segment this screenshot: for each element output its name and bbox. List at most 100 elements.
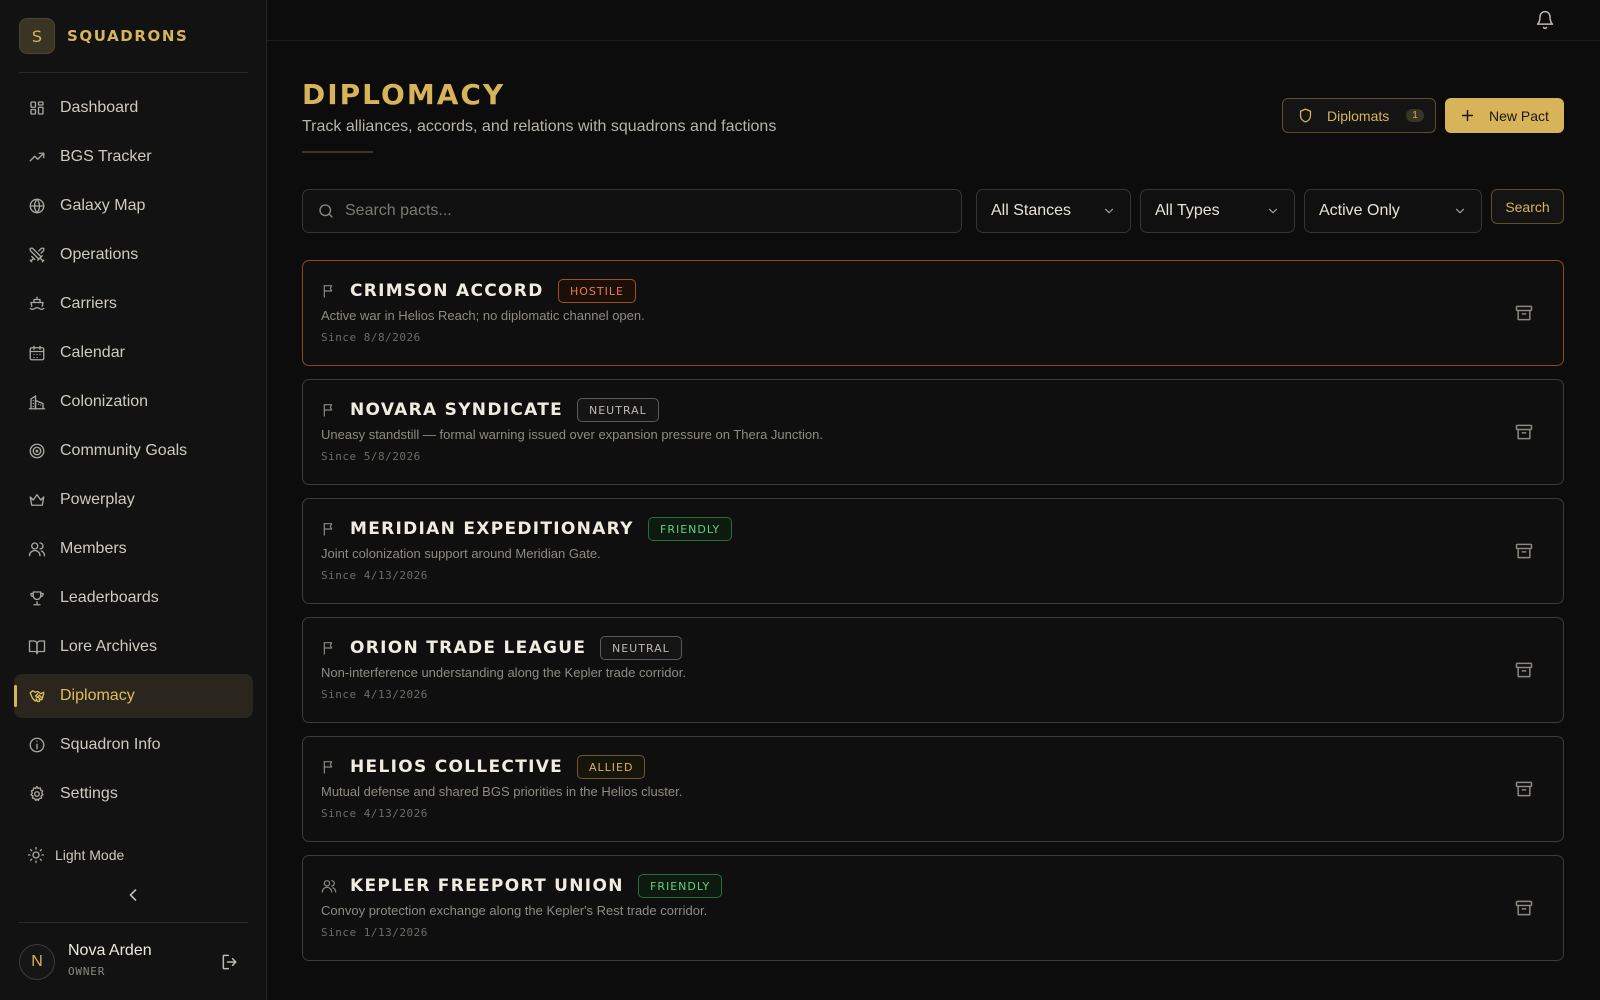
pact-since: Since 5/8/2026 xyxy=(321,450,421,463)
sidebar-item-calendar[interactable]: Calendar xyxy=(14,331,253,375)
pact-card[interactable]: ORION TRADE LEAGUE NEUTRAL Non-interferenc… xyxy=(302,617,1564,723)
pact-card[interactable]: CRIMSON ACCORD HOSTILE Active war in Helio… xyxy=(302,260,1564,366)
sidebar-item-bgs-tracker[interactable]: BGS Tracker xyxy=(14,135,253,179)
pact-since: Since 4/13/2026 xyxy=(321,688,428,701)
brand[interactable]: S SQUADRONS xyxy=(19,18,188,54)
pact-card[interactable]: HELIOS COLLECTIVE ALLIED Mutual defense an… xyxy=(302,736,1564,842)
stance-select[interactable]: All Stances xyxy=(976,189,1131,233)
pact-card[interactable]: MERIDIAN EXPEDITIONARY FRIENDLY Joint colo… xyxy=(302,498,1564,604)
info-icon xyxy=(29,737,45,753)
sidebar-item-powerplay[interactable]: Powerplay xyxy=(14,478,253,522)
flag-icon xyxy=(323,285,333,298)
pact-name: CRIMSON ACCORD xyxy=(350,281,544,301)
sidebar-nav: Dashboard BGS Tracker Galaxy Map Operations… xyxy=(14,86,253,833)
handshake-icon xyxy=(29,690,45,703)
stance-badge: ALLIED xyxy=(577,755,646,779)
diplomats-button[interactable]: Diplomats 1 xyxy=(1282,98,1436,133)
archive-icon[interactable] xyxy=(1514,422,1534,442)
pact-card[interactable]: NOVARA SYNDICATE NEUTRAL Uneasy standstill… xyxy=(302,379,1564,485)
sidebar-item-label: Galaxy Map xyxy=(60,197,146,214)
archive-icon[interactable] xyxy=(1514,660,1534,680)
sidebar-item-label: Powerplay xyxy=(60,491,135,508)
pact-description: Uneasy standstill — formal warning issue… xyxy=(321,427,823,442)
sidebar-item-label: Leaderboards xyxy=(60,589,159,606)
pact-description: Convoy protection exchange along the Kep… xyxy=(321,903,708,918)
sidebar-item-settings[interactable]: Settings xyxy=(14,772,253,816)
sidebar-item-operations[interactable]: Operations xyxy=(14,233,253,277)
sidebar-item-lore-archives[interactable]: Lore Archives xyxy=(14,625,253,669)
shield-icon xyxy=(1299,108,1312,123)
sidebar-item-galaxy-map[interactable]: Galaxy Map xyxy=(14,184,253,228)
crown-icon xyxy=(29,494,45,506)
stance-badge: HOSTILE xyxy=(558,279,636,303)
pact-since: Since 1/13/2026 xyxy=(321,926,428,939)
users-icon xyxy=(321,880,337,893)
status-select-value: Active Only xyxy=(1319,202,1400,219)
pact-name: MERIDIAN EXPEDITIONARY xyxy=(350,519,634,539)
avatar[interactable]: N xyxy=(19,944,55,980)
archive-icon[interactable] xyxy=(1514,303,1534,323)
sidebar-item-community-goals[interactable]: Community Goals xyxy=(14,429,253,473)
status-select[interactable]: Active Only xyxy=(1304,189,1482,233)
light-mode-toggle[interactable]: Light Mode xyxy=(27,846,124,864)
brand-logo: S xyxy=(19,18,55,54)
type-select[interactable]: All Types xyxy=(1140,189,1295,233)
search-box xyxy=(302,189,962,233)
chevron-down-icon xyxy=(1455,208,1465,214)
building-icon xyxy=(28,395,46,410)
sidebar-item-label: Members xyxy=(60,540,127,557)
new-pact-button[interactable]: New Pact xyxy=(1445,98,1564,133)
sidebar-item-label: Settings xyxy=(60,785,118,802)
type-select-value: All Types xyxy=(1155,202,1220,219)
globe-icon xyxy=(29,198,45,214)
search-input[interactable] xyxy=(345,202,925,220)
sidebar-item-label: Colonization xyxy=(60,393,149,410)
sidebar: S SQUADRONS Dashboard BGS Tracker Galaxy M… xyxy=(0,0,267,1000)
plus-icon xyxy=(1461,109,1474,122)
stance-select-value: All Stances xyxy=(991,202,1072,219)
new-pact-label: New Pact xyxy=(1489,107,1549,124)
stance-badge: NEUTRAL xyxy=(577,398,659,422)
sidebar-item-squadron-info[interactable]: Squadron Info xyxy=(14,723,253,767)
user-role: OWNER xyxy=(68,965,106,978)
pact-list: CRIMSON ACCORD HOSTILE Active war in Helio… xyxy=(302,260,1564,1000)
archive-icon[interactable] xyxy=(1514,541,1534,561)
chevron-down-icon xyxy=(1268,208,1278,214)
target-icon xyxy=(29,443,45,459)
trending-icon xyxy=(29,152,45,162)
pact-name: KEPLER FREEPORT UNION xyxy=(350,876,624,896)
diplomats-label: Diplomats xyxy=(1327,107,1390,124)
divider xyxy=(19,922,248,923)
sidebar-item-label: Carriers xyxy=(60,295,117,312)
pact-description: Active war in Helios Reach; no diplomati… xyxy=(321,308,645,323)
sidebar-item-leaderboards[interactable]: Leaderboards xyxy=(14,576,253,620)
sidebar-item-label: Squadron Info xyxy=(60,736,161,753)
pact-since: Since 8/8/2026 xyxy=(321,331,421,344)
sidebar-item-recruitment[interactable]: Recruitment xyxy=(14,821,253,833)
title-underline xyxy=(302,151,373,153)
brand-name: SQUADRONS xyxy=(67,27,189,45)
flag-icon xyxy=(323,761,333,774)
sidebar-item-label: Community Goals xyxy=(60,442,188,459)
logout-icon[interactable] xyxy=(220,952,240,972)
sidebar-item-members[interactable]: Members xyxy=(14,527,253,571)
pact-name: HELIOS COLLECTIVE xyxy=(350,757,564,777)
light-mode-label: Light Mode xyxy=(55,847,125,863)
book-icon xyxy=(28,640,46,655)
divider xyxy=(19,72,248,73)
sidebar-item-carriers[interactable]: Carriers xyxy=(14,282,253,326)
archive-icon[interactable] xyxy=(1514,779,1534,799)
sidebar-item-dashboard[interactable]: Dashboard xyxy=(14,86,253,130)
sidebar-item-diplomacy[interactable]: Diplomacy xyxy=(14,674,253,718)
gear-icon xyxy=(30,785,44,802)
pact-card[interactable]: KEPLER FREEPORT UNION FRIENDLY Convoy prot… xyxy=(302,855,1564,961)
topbar xyxy=(267,0,1600,41)
sidebar-item-label: Dashboard xyxy=(60,99,139,116)
search-button[interactable]: Search xyxy=(1491,189,1564,224)
search-icon xyxy=(319,204,333,218)
archive-icon[interactable] xyxy=(1514,898,1534,918)
sidebar-item-colonization[interactable]: Colonization xyxy=(14,380,253,424)
bell-icon[interactable] xyxy=(1535,10,1555,30)
chevron-down-icon xyxy=(1104,208,1114,214)
chevron-left-icon[interactable] xyxy=(123,885,143,905)
